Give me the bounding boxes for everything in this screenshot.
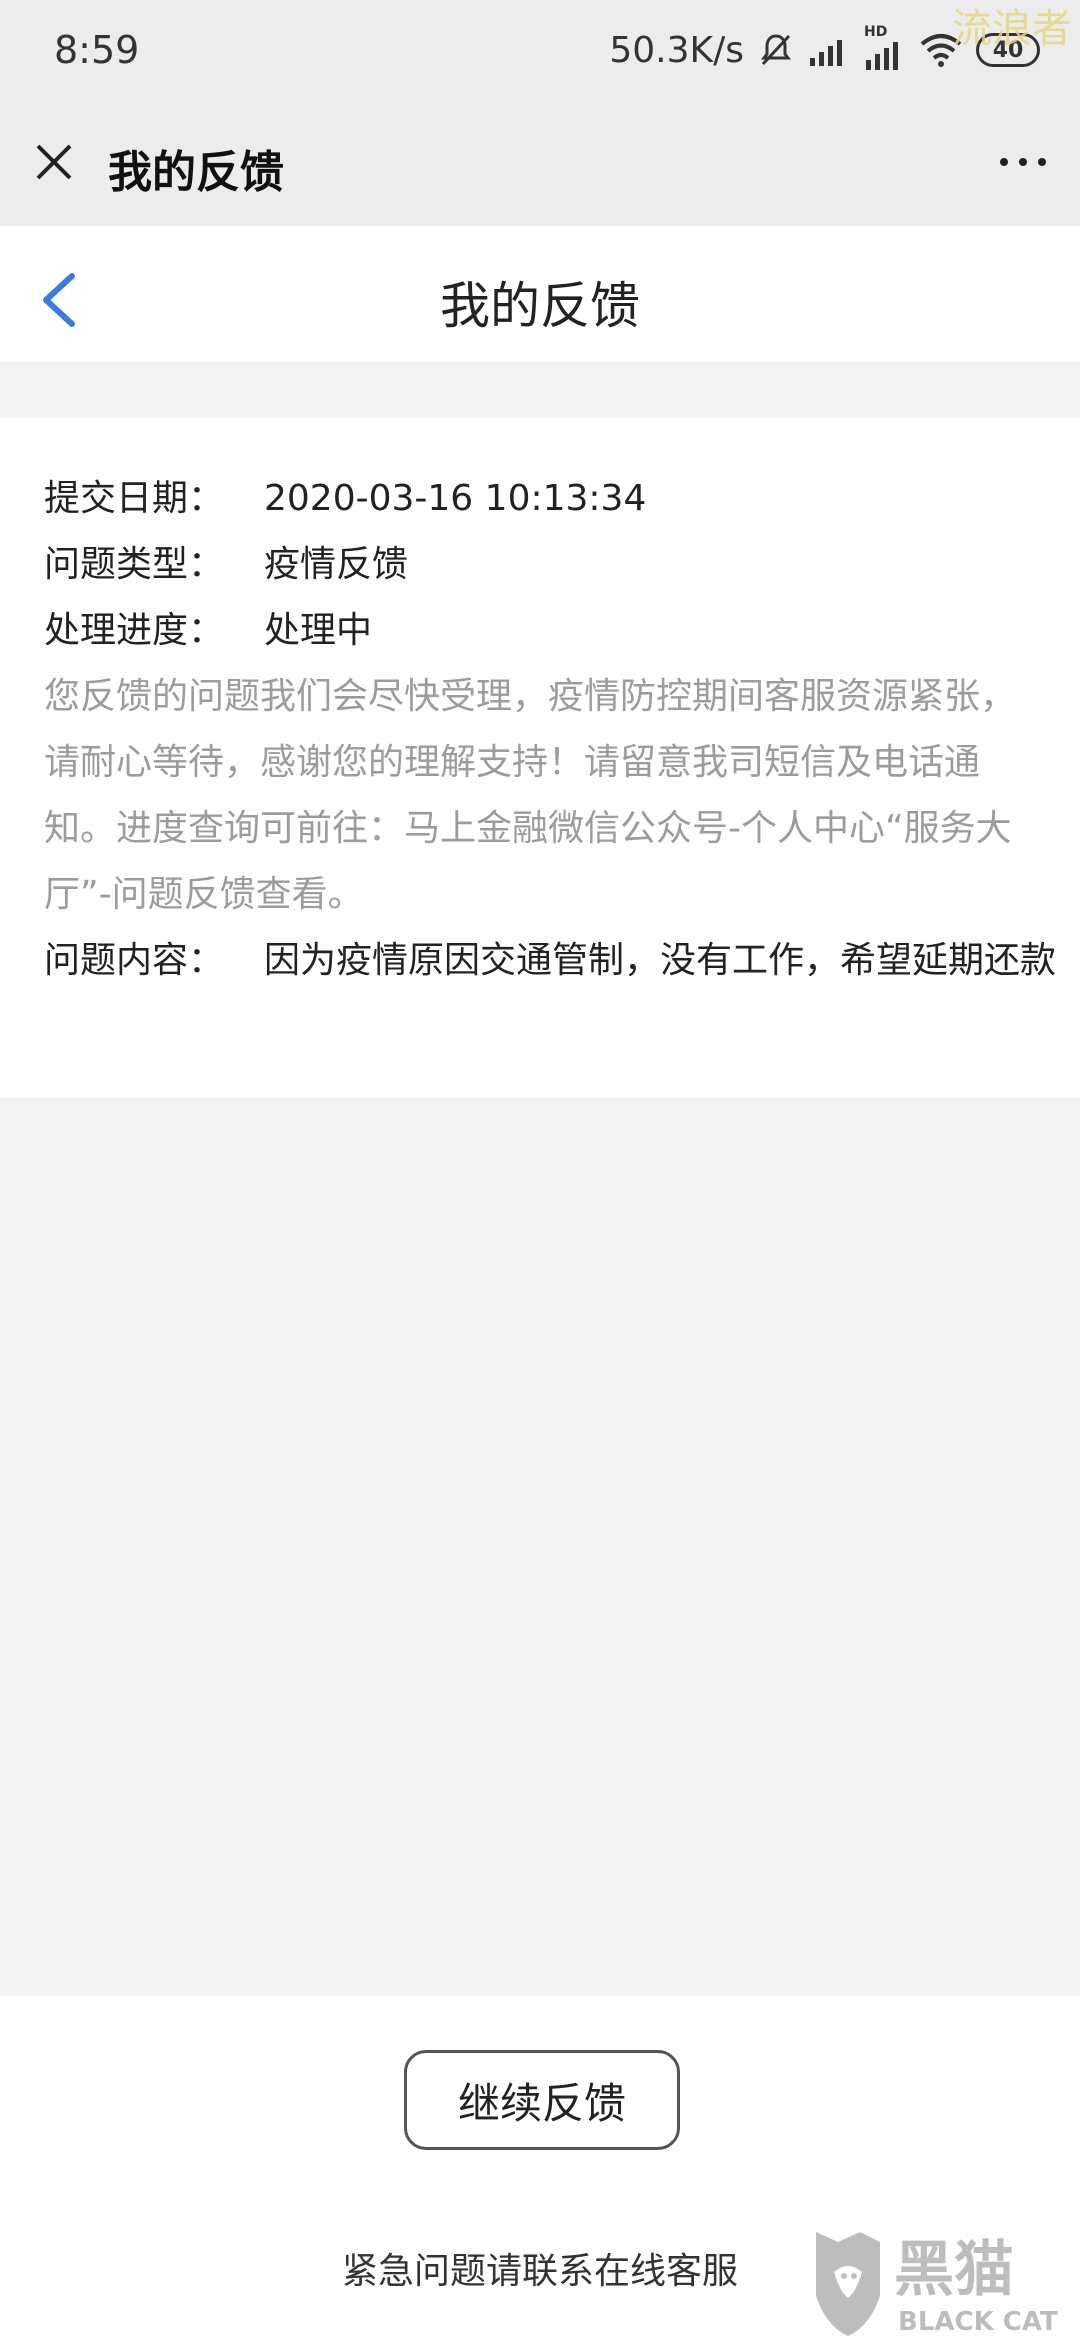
date-row: 提交日期： 2020-03-16 10:13:34 (44, 466, 646, 532)
blackcat-logo: 黑猫 BLACK CAT (816, 2232, 1058, 2337)
more-icon[interactable] (996, 138, 1050, 186)
app-bar: 我的反馈 (0, 100, 1080, 226)
logo-text-cn: 黑猫 (894, 2235, 1014, 2305)
net-speed: 50.3K/s (609, 29, 744, 71)
feedback-card: 提交日期： 2020-03-16 10:13:34 问题类型： 疫情反馈 处理进度：… (0, 418, 1080, 1098)
app-title: 我的反馈 (108, 147, 284, 198)
status-bar: 8:59 50.3K/s HD 40 流浪者 (0, 0, 1080, 100)
hd-signal-icon (866, 42, 898, 70)
close-icon[interactable] (30, 138, 78, 186)
signal-icon (810, 40, 842, 66)
type-row: 问题类型： 疫情反馈 (44, 532, 408, 598)
type-value: 疫情反馈 (264, 544, 409, 585)
logo-text-en: BLACK CAT (898, 2307, 1058, 2337)
status-time: 8:59 (54, 28, 140, 72)
watermark-text: 流浪者 (952, 6, 1072, 52)
page-title: 我的反馈 (440, 277, 640, 335)
progress-label: 处理进度： (44, 610, 225, 651)
hd-signal: HD (864, 24, 906, 70)
content-value: 因为疫情原因交通管制，没有工作，希望延期还款 (264, 940, 1057, 981)
content-label: 问题内容： (44, 940, 225, 981)
page-header: 我的反馈 (0, 226, 1080, 362)
type-label: 问题类型： (44, 544, 225, 585)
mute-bell-icon (761, 34, 791, 66)
date-label: 提交日期： (44, 478, 225, 519)
continue-feedback-button[interactable]: 继续反馈 (404, 2050, 680, 2150)
progress-value: 处理中 (264, 610, 373, 651)
notice-text: 您反馈的问题我们会尽快受理，疫情防控期间客服资源紧张，请耐心等待，感谢您的理解支… (44, 676, 1017, 915)
date-value: 2020-03-16 10:13:34 (264, 478, 647, 519)
progress-row: 处理进度： 处理中 (44, 598, 372, 664)
